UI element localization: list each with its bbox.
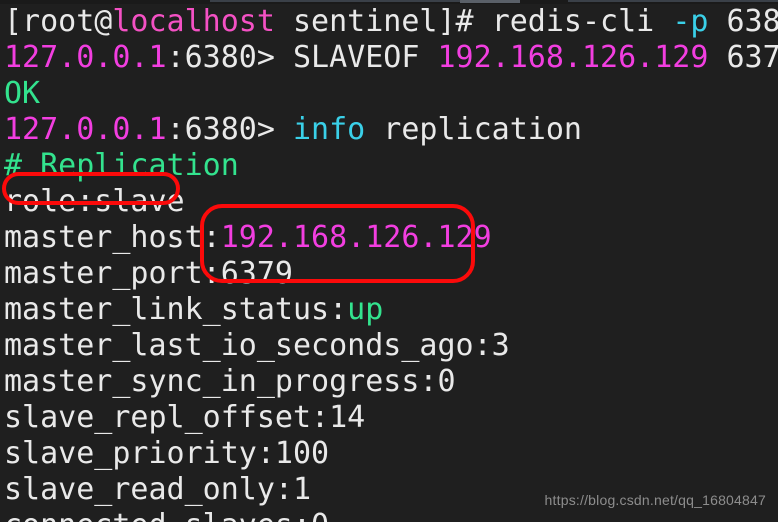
terminal-window[interactable]: [root@localhost sentinel]# redis-cli -p … bbox=[0, 0, 778, 522]
field-slave-priority: slave_priority:100 bbox=[4, 436, 330, 471]
terminal-line-ok-reply: OK bbox=[4, 76, 778, 112]
field-master-sync-in-progress: master_sync_in_progress:0 bbox=[4, 364, 456, 399]
field-master-port-value: 6379 bbox=[220, 256, 293, 291]
titlebar-segment-active-tab bbox=[460, 0, 520, 3]
field-slave-read-only: slave_read_only:1 bbox=[4, 472, 312, 507]
command-flag-port: -p bbox=[672, 4, 709, 39]
terminal-line-master-host: master_host:192.168.126.129 bbox=[4, 220, 778, 256]
terminal-line-master-port: master_port:6379 bbox=[4, 256, 778, 292]
command-slaveof: SLAVEOF bbox=[293, 40, 438, 75]
prompt-open-bracket: [root@ bbox=[4, 4, 113, 39]
reply-ok: OK bbox=[4, 76, 41, 111]
field-master-link-status-key: master_link_status: bbox=[4, 292, 348, 327]
terminal-line-info-command: 127.0.0.1:6380> info replication bbox=[4, 112, 778, 148]
terminal-line-slave-priority: slave_priority:100 bbox=[4, 436, 778, 472]
prompt-path-suffix: sentinel]# bbox=[274, 4, 492, 39]
terminal-line-master-last-io-seconds-ago: master_last_io_seconds_ago:3 bbox=[4, 328, 778, 364]
argument-replication: replication bbox=[365, 112, 582, 147]
terminal-line-master-link-status: master_link_status:up bbox=[4, 292, 778, 328]
field-slave-repl-offset: slave_repl_offset:14 bbox=[4, 400, 366, 435]
command-info: info bbox=[293, 112, 366, 147]
argument-master-port: 6379 bbox=[726, 40, 778, 75]
field-master-link-status-value: up bbox=[347, 292, 384, 327]
redis-prompt-address: 127.0.0.1 bbox=[4, 40, 167, 75]
redis-prompt-separator: :6380> bbox=[166, 112, 293, 147]
section-header-replication: # Replication bbox=[4, 148, 239, 183]
titlebar-segment-left bbox=[210, 0, 460, 2]
field-role: role:slave bbox=[4, 184, 185, 219]
titlebar-segment-right bbox=[568, 0, 778, 2]
field-master-host-value: 192.168.126.129 bbox=[220, 220, 492, 255]
terminal-line-master-sync-in-progress: master_sync_in_progress:0 bbox=[4, 364, 778, 400]
argument-master-ip: 192.168.126.129 bbox=[437, 40, 709, 75]
terminal-line-role: role:slave bbox=[4, 184, 778, 220]
prompt-hostname: localhost bbox=[112, 4, 275, 39]
field-connected-slaves: connected_slaves:0 bbox=[4, 508, 329, 522]
terminal-line-slave-repl-offset: slave_repl_offset:14 bbox=[4, 400, 778, 436]
terminal-output-area[interactable]: [root@localhost sentinel]# redis-cli -p … bbox=[4, 4, 778, 522]
field-master-last-io-seconds-ago: master_last_io_seconds_ago:3 bbox=[4, 328, 510, 363]
command-redis-cli: redis-cli bbox=[491, 4, 673, 39]
terminal-line-slaveof-command: 127.0.0.1:6380> SLAVEOF 192.168.126.129 … bbox=[4, 40, 778, 76]
redis-prompt-separator: :6380> bbox=[166, 40, 293, 75]
terminal-line-replication-section: # Replication bbox=[4, 148, 778, 184]
redis-prompt-address: 127.0.0.1 bbox=[4, 112, 167, 147]
field-master-host-key: master_host: bbox=[4, 220, 221, 255]
command-port-value: 6380 bbox=[726, 4, 778, 39]
terminal-line-shell-prompt: [root@localhost sentinel]# redis-cli -p … bbox=[4, 4, 778, 40]
field-master-port-key: master_port: bbox=[4, 256, 221, 291]
watermark-text: https://blog.csdn.net/qq_16804847 bbox=[544, 492, 766, 508]
terminal-line-connected-slaves: connected_slaves:0 bbox=[4, 508, 778, 522]
